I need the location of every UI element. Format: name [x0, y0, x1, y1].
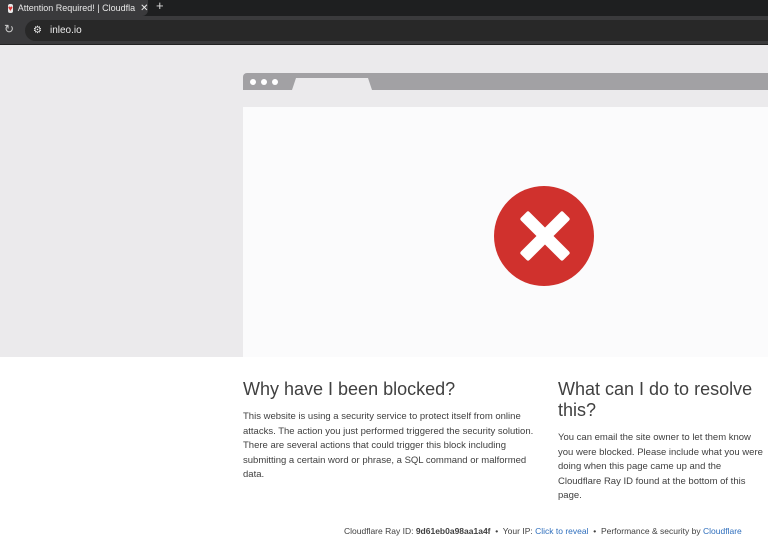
ray-id-label: Cloudflare Ray ID:: [344, 526, 414, 536]
window-dot-icon: [250, 79, 256, 85]
separator: •: [593, 526, 597, 536]
footer: Cloudflare Ray ID: 9d61eb0a98aa1a4f • Yo…: [344, 526, 764, 536]
reload-icon[interactable]: ↻: [4, 22, 14, 36]
window-dot-icon: [261, 79, 267, 85]
error-x-icon: [494, 186, 594, 286]
resolve-section: What can I do to resolve this? You can e…: [558, 379, 763, 504]
new-tab-icon[interactable]: +: [156, 0, 164, 13]
ray-id-value: 9d61eb0a98aa1a4f: [415, 526, 491, 536]
url-input[interactable]: ⚙ inleo.io: [25, 20, 768, 41]
separator: •: [495, 526, 499, 536]
tab-bar: ♥ Attention Required! | Cloudfla ✕ +: [0, 0, 768, 16]
why-blocked-text: This website is using a security service…: [243, 411, 534, 480]
browser-tab[interactable]: ♥ Attention Required! | Cloudfla ✕: [0, 0, 149, 16]
close-tab-icon[interactable]: ✕: [140, 3, 148, 14]
site-settings-icon[interactable]: ⚙: [33, 25, 42, 36]
ip-label: Your IP:: [502, 526, 533, 536]
resolve-heading: What can I do to resolve this?: [558, 379, 753, 420]
why-blocked-heading: Why have I been blocked?: [243, 379, 456, 399]
cloudflare-favicon-icon: ♥: [8, 3, 13, 13]
why-blocked-section: Why have I been blocked? This website is…: [243, 379, 538, 483]
tab-title: Attention Required! | Cloudfla: [17, 3, 136, 13]
illustration-tab: [292, 78, 372, 90]
address-bar-row: ↻ ⚙ inleo.io: [0, 16, 768, 45]
resolve-text: You can email the site owner to let them…: [558, 432, 763, 501]
reveal-ip-link[interactable]: Click to reveal: [535, 526, 588, 536]
performance-label: Performance & security by: [600, 526, 701, 536]
cloudflare-link[interactable]: Cloudflare: [703, 526, 742, 536]
url-text: inleo.io: [49, 25, 82, 36]
window-dot-icon: [272, 79, 278, 85]
